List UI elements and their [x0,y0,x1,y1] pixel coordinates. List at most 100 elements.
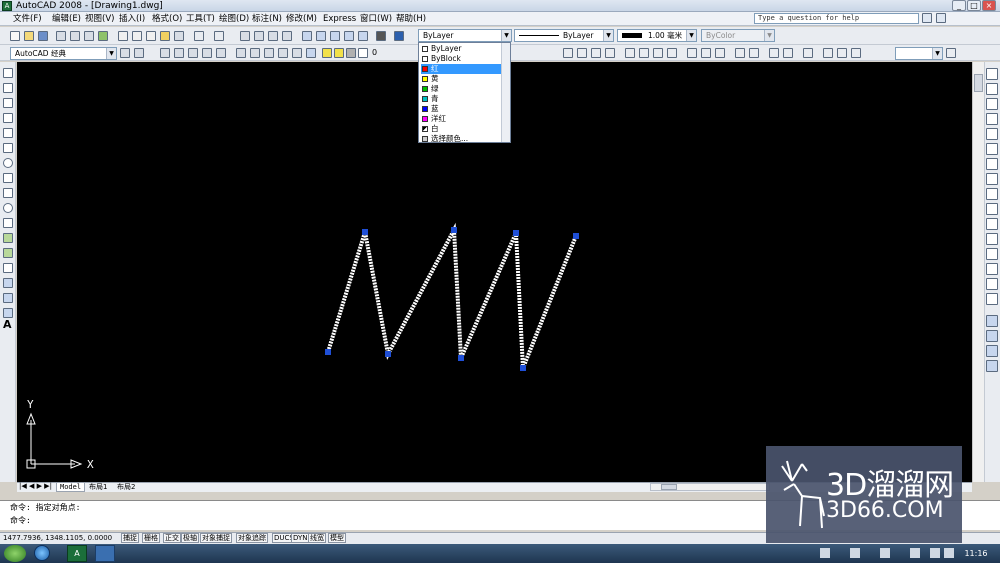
color-option-bylayer[interactable]: ByLayer [421,44,501,54]
color-option-red[interactable]: 红 [421,64,501,74]
bring-to-front-icon[interactable] [986,330,998,342]
new-icon[interactable] [10,31,20,41]
ordinate-dimension-icon[interactable] [605,48,615,58]
arc-icon[interactable] [3,143,13,153]
ellipse-arc-icon[interactable] [3,218,13,228]
menu-file[interactable]: 文件(F) [10,12,45,26]
layer-on-icon[interactable] [322,48,332,58]
zoom-window-icon[interactable] [268,31,278,41]
linear-dimension-icon[interactable] [563,48,573,58]
horizontal-scroll-thumb[interactable] [661,484,677,490]
quick-dimension-icon[interactable] [687,48,697,58]
color-option-green[interactable]: 绿 [421,84,501,94]
draw-order-icon[interactable] [986,315,998,327]
construction-line-icon[interactable] [3,83,13,93]
layer-manager-icon[interactable] [306,48,316,58]
grip-point[interactable] [513,230,519,236]
grip-point[interactable] [458,355,464,361]
cut-icon[interactable] [118,31,128,41]
otrack-toggle[interactable]: 对象追踪 [236,533,268,543]
array-icon[interactable] [986,128,998,140]
grip-point[interactable] [325,349,331,355]
multileader-icon[interactable] [946,48,956,58]
zoom-realtime-icon[interactable] [254,31,264,41]
properties-icon[interactable] [302,31,312,41]
paste-icon[interactable] [146,31,156,41]
jogged-dimension-icon[interactable] [639,48,649,58]
arc-length-icon[interactable] [591,48,601,58]
osnap-toggle[interactable]: 对象捕捉 [200,533,232,543]
rectangle-icon[interactable] [3,128,13,138]
aligned-dimension-icon[interactable] [577,48,587,58]
grid-toggle[interactable]: 栅格 [142,533,160,543]
open-icon[interactable] [24,31,34,41]
close-button[interactable]: × [982,0,996,11]
minimize-button[interactable]: _ [952,0,966,11]
extend-icon[interactable] [986,218,998,230]
menu-window[interactable]: 窗口(W) [357,12,395,26]
chevron-down-icon[interactable]: ▼ [686,30,696,41]
color-option-white[interactable]: 白 [421,124,501,134]
vertical-scrollbar[interactable] [972,62,984,482]
polyline-icon[interactable] [3,98,13,108]
tab-nav-arrows[interactable]: |◀ ◀ ▶ ▶| [19,482,52,490]
help-search-input[interactable]: Type a question for help [754,13,919,24]
3d-dwf-icon[interactable] [98,31,108,41]
menu-dimension[interactable]: 标注(N) [249,12,285,26]
color-option-blue[interactable]: 蓝 [421,104,501,114]
folder-taskbar-icon[interactable] [95,545,115,562]
layer-color-icon[interactable] [358,48,368,58]
zoom-extents-icon[interactable] [202,48,212,58]
tolerance-icon[interactable] [735,48,745,58]
menu-draw[interactable]: 绘图(D) [216,12,252,26]
zoom-in-icon[interactable] [160,48,170,58]
block-editor-icon[interactable] [174,31,184,41]
dimension-text-edit-icon[interactable] [783,48,793,58]
autocad-taskbar-icon[interactable]: A [67,545,87,562]
zoom-all-icon[interactable] [188,48,198,58]
layer-freeze-icon[interactable] [334,48,344,58]
insert-block-icon[interactable] [3,233,13,243]
color-option-yellow[interactable]: 黄 [421,74,501,84]
send-to-back-icon[interactable] [986,345,998,357]
design-center-icon[interactable] [316,31,326,41]
chevron-down-icon[interactable]: ▼ [501,30,511,41]
save-icon[interactable] [38,31,48,41]
redo-icon[interactable] [214,31,224,41]
workspace-select[interactable]: AutoCAD 经典 ▼ [10,47,117,60]
point-icon[interactable] [3,263,13,273]
start-button[interactable] [4,545,26,562]
sheet-set-icon[interactable] [344,31,354,41]
rotate-icon[interactable] [986,158,998,170]
tool-palettes-icon[interactable] [330,31,340,41]
snap-toggle[interactable]: 捕捉 [121,533,139,543]
ie-taskbar-icon[interactable] [34,545,50,561]
tray-icon[interactable] [880,548,890,558]
taskbar-clock[interactable]: 11:16 [956,544,996,563]
continue-dimension-icon[interactable] [715,48,725,58]
revision-cloud-icon[interactable] [3,173,13,183]
zoom-previous-icon[interactable] [282,31,292,41]
erase-icon[interactable] [986,68,998,80]
menu-modify[interactable]: 修改(M) [283,12,320,26]
stretch-icon[interactable] [986,188,998,200]
volume-icon[interactable] [944,548,954,558]
menu-view[interactable]: 视图(V) [82,12,117,26]
tray-icon[interactable] [820,548,830,558]
chevron-down-icon[interactable]: ▼ [932,48,942,59]
dimension-edit-icon[interactable] [769,48,779,58]
text-style-icon[interactable] [823,48,833,58]
move-icon[interactable] [986,143,998,155]
zoom-dynamic-icon[interactable] [250,48,260,58]
layer-lock-icon[interactable] [346,48,356,58]
tab-model[interactable]: Model [56,482,86,492]
copy-icon[interactable] [132,31,142,41]
color-option-cyan[interactable]: 青 [421,94,501,104]
color-dropdown-list[interactable]: ByLayer ByBlock 红 黄 绿 青 蓝 洋红 白 选择颜色... [418,42,511,143]
plot-preview-icon[interactable] [70,31,80,41]
grip-point[interactable] [362,229,368,235]
zoom-window-2-icon[interactable] [278,48,288,58]
spline-icon[interactable] [3,188,13,198]
linetype-select[interactable]: ByLayer ▼ [514,29,614,42]
chevron-down-icon[interactable]: ▼ [603,30,613,41]
